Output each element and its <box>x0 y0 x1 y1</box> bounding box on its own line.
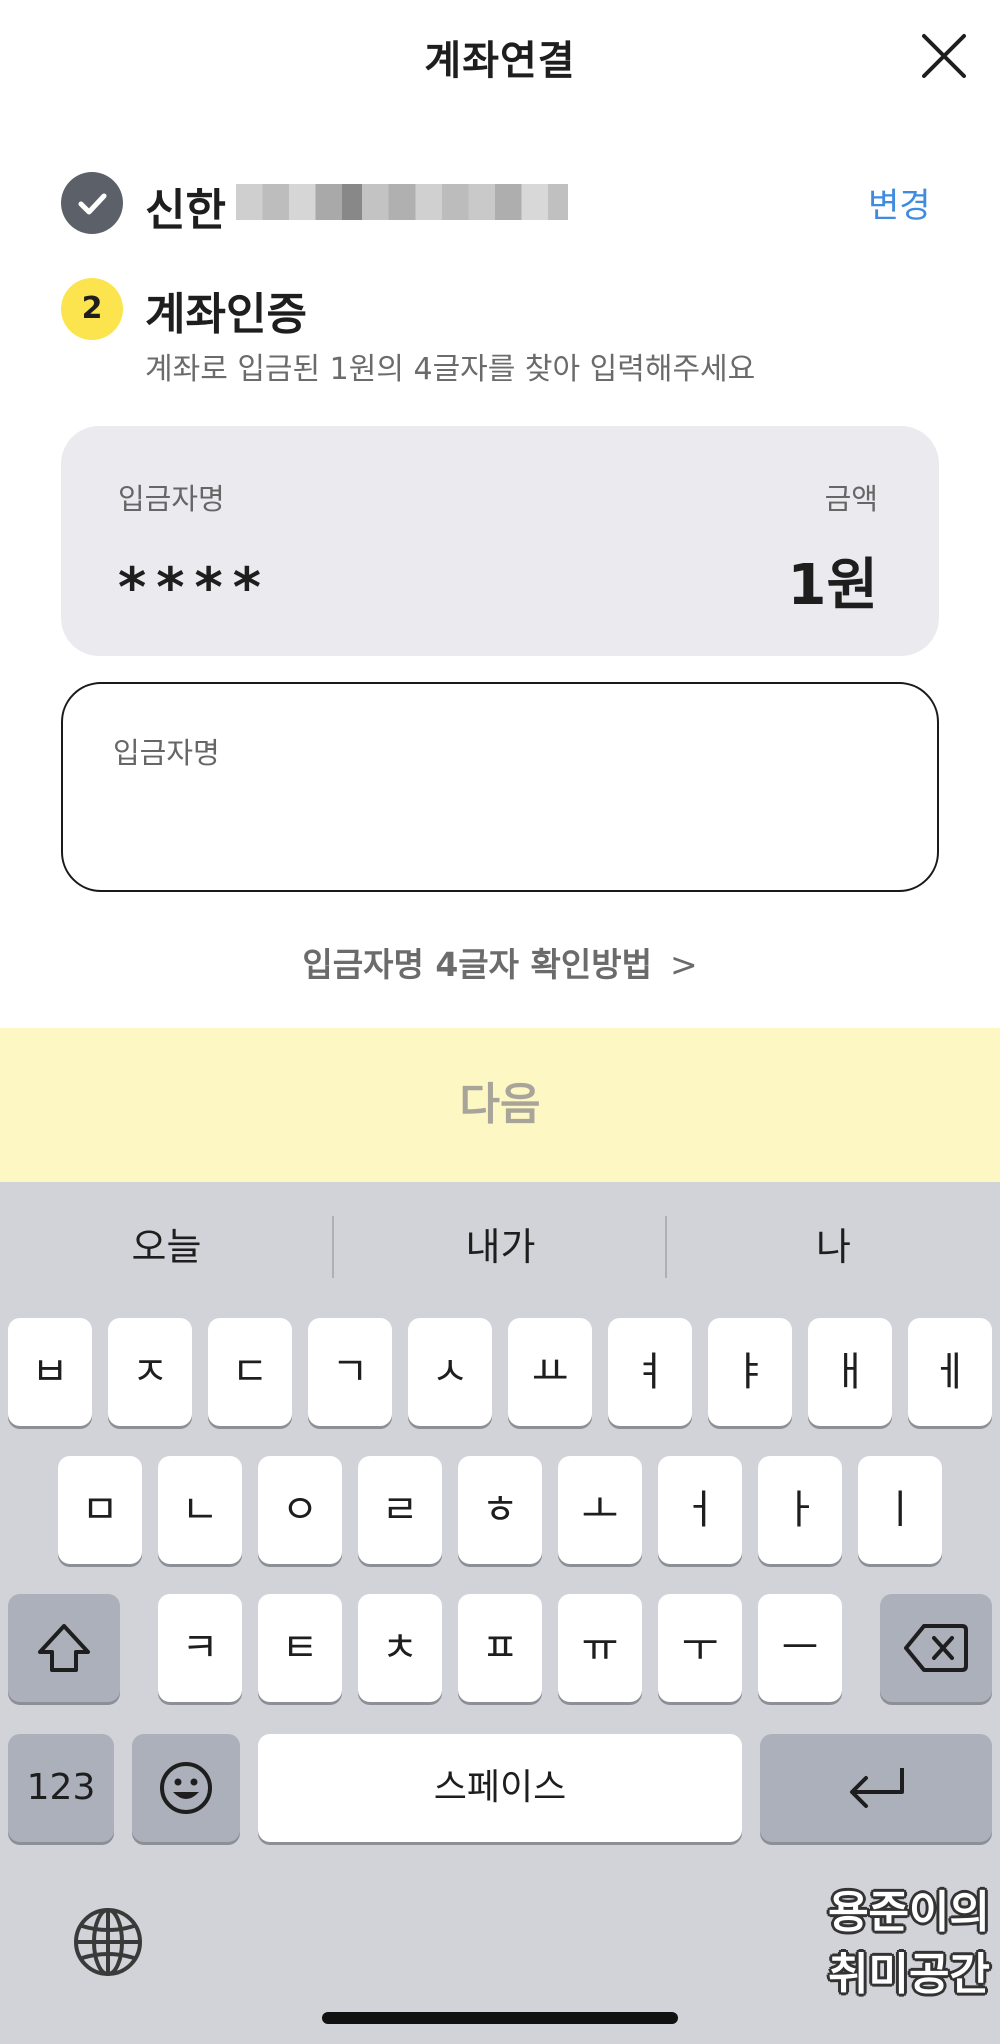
emoji-key[interactable] <box>132 1734 240 1842</box>
help-link[interactable]: 입금자명 4글자 확인방법 > <box>0 938 1000 986</box>
step1-complete-badge <box>61 172 123 234</box>
key[interactable]: ㅋ <box>158 1594 242 1702</box>
key[interactable]: ㅗ <box>558 1456 642 1564</box>
shift-icon <box>38 1624 90 1672</box>
return-icon <box>850 1768 904 1808</box>
step2-description: 계좌로 입금된 1원의 4글자를 찾아 입력해주세요 <box>145 352 756 387</box>
key[interactable]: ㅔ <box>908 1318 992 1426</box>
key[interactable]: ㅓ <box>658 1456 742 1564</box>
key[interactable]: ㅑ <box>708 1318 792 1426</box>
key[interactable]: ㅅ <box>408 1318 492 1426</box>
home-indicator[interactable] <box>322 2012 678 2024</box>
suggestion-1[interactable]: 오늘 <box>0 1208 333 1286</box>
key[interactable]: ㅎ <box>458 1456 542 1564</box>
emoji-icon <box>160 1762 212 1814</box>
key[interactable]: ㅣ <box>858 1456 942 1564</box>
key[interactable]: ㅕ <box>608 1318 692 1426</box>
numbers-key[interactable]: 123 <box>8 1734 114 1842</box>
watermark-line-2: 취미공간 <box>828 1949 990 2000</box>
suggestion-2[interactable]: 내가 <box>334 1208 667 1286</box>
key[interactable]: ㄴ <box>158 1456 242 1564</box>
depositor-label: 입금자명 <box>118 482 225 516</box>
key[interactable]: ㄷ <box>208 1318 292 1426</box>
key[interactable]: ㅈ <box>108 1318 192 1426</box>
depositor-name-field-label: 입금자명 <box>113 736 220 770</box>
key[interactable]: ㅡ <box>758 1594 842 1702</box>
key[interactable]: ㄹ <box>358 1456 442 1564</box>
key[interactable]: ㅐ <box>808 1318 892 1426</box>
suggestion-3[interactable]: 나 <box>667 1208 1000 1286</box>
globe-button[interactable] <box>72 1906 144 1978</box>
masked-account-number <box>236 184 568 220</box>
key[interactable]: ㅊ <box>358 1594 442 1702</box>
close-button[interactable] <box>918 30 970 82</box>
depositor-masked-value: **** <box>118 556 271 619</box>
key[interactable]: ㅠ <box>558 1594 642 1702</box>
check-icon <box>78 193 107 215</box>
key[interactable]: ㅁ <box>58 1456 142 1564</box>
page-title: 계좌연결 <box>424 38 576 84</box>
bank-name: 신한 <box>145 185 226 236</box>
key[interactable]: ㄱ <box>308 1318 392 1426</box>
watermark-line-1: 용준이의 <box>828 1887 990 1938</box>
key[interactable]: ㅛ <box>508 1318 592 1426</box>
watermark: 용준이의 취미공간 <box>774 1882 990 2006</box>
delete-key[interactable] <box>880 1594 992 1702</box>
key[interactable]: ㅏ <box>758 1456 842 1564</box>
amount-value: 1원 <box>787 553 879 618</box>
help-link-label: 입금자명 4글자 확인방법 <box>302 945 652 984</box>
next-button[interactable]: 다음 <box>0 1028 1000 1182</box>
globe-icon <box>74 1908 142 1976</box>
depositor-name-input[interactable] <box>113 780 877 842</box>
key[interactable]: ㅍ <box>458 1594 542 1702</box>
space-key[interactable]: 스페이스 <box>258 1734 742 1842</box>
shift-key[interactable] <box>8 1594 120 1702</box>
key[interactable]: ㅇ <box>258 1456 342 1564</box>
chevron-right-icon: > <box>669 945 698 984</box>
key[interactable]: ㅂ <box>8 1318 92 1426</box>
close-icon <box>922 34 966 78</box>
backspace-icon <box>904 1624 968 1672</box>
step2-title: 계좌인증 <box>145 289 307 340</box>
key[interactable]: ㅌ <box>258 1594 342 1702</box>
step2-number-badge: 2 <box>61 278 123 340</box>
key[interactable]: ㅜ <box>658 1594 742 1702</box>
return-key[interactable] <box>760 1734 992 1842</box>
amount-label: 금액 <box>824 482 878 516</box>
change-link[interactable]: 변경 <box>868 178 931 227</box>
